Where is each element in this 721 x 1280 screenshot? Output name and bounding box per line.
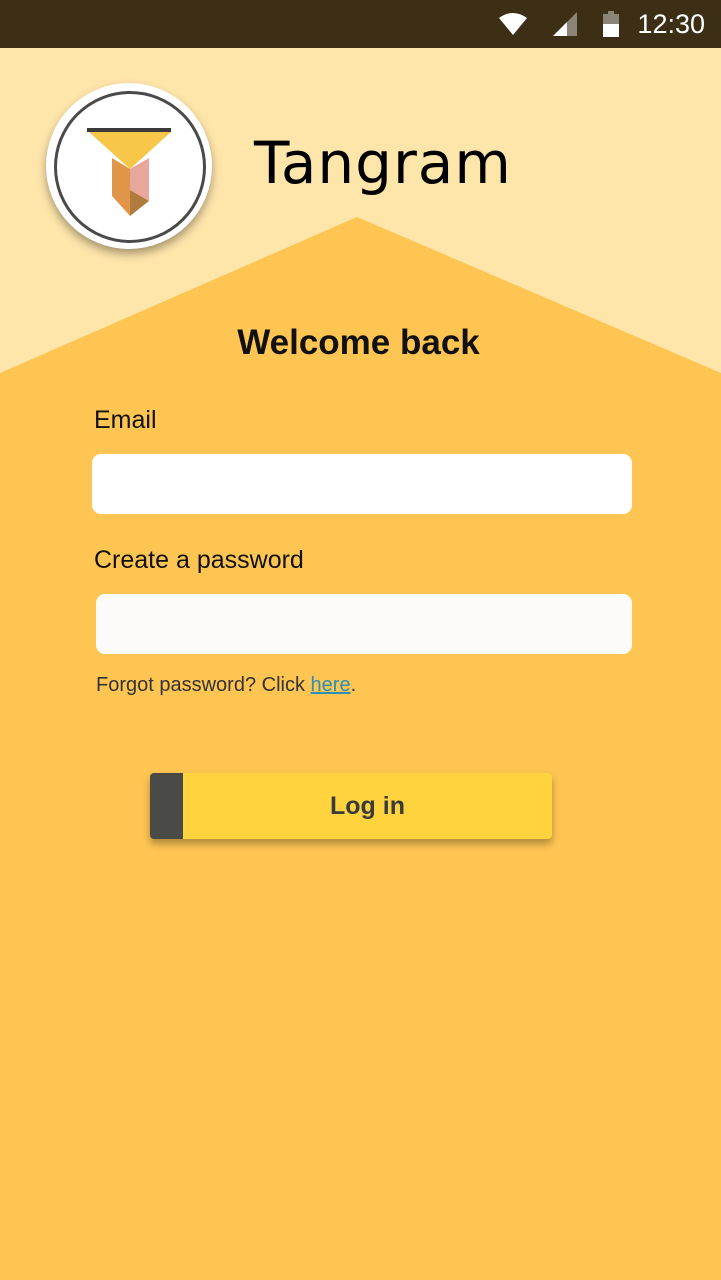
battery-icon bbox=[603, 11, 620, 37]
forgot-password-text: Forgot password? Click here. bbox=[96, 674, 356, 697]
status-time: 12:30 bbox=[637, 8, 705, 39]
email-label: Email bbox=[94, 406, 157, 434]
password-field[interactable] bbox=[96, 594, 632, 654]
password-label: Create a password bbox=[94, 546, 304, 574]
login-screen: 12:30 Tangram Welcome back Email Create … bbox=[0, 0, 721, 1280]
login-button-label: Log in bbox=[330, 792, 405, 820]
login-button-accent bbox=[150, 773, 183, 839]
app-logo bbox=[46, 83, 212, 249]
status-icons: 12:30 bbox=[473, 0, 705, 48]
forgot-password-suffix: . bbox=[350, 674, 357, 696]
forgot-password-link[interactable]: here bbox=[311, 674, 351, 696]
wifi-icon bbox=[499, 13, 528, 35]
forgot-password-prompt: Forgot password? Click bbox=[96, 674, 311, 696]
cell-signal-icon bbox=[553, 12, 578, 36]
welcome-heading: Welcome back bbox=[237, 323, 480, 362]
app-title: Tangram bbox=[254, 129, 512, 197]
login-button[interactable]: Log in bbox=[150, 773, 552, 839]
email-field[interactable] bbox=[92, 454, 632, 514]
status-bar: 12:30 bbox=[0, 0, 721, 48]
tangram-logo-icon bbox=[87, 128, 171, 216]
